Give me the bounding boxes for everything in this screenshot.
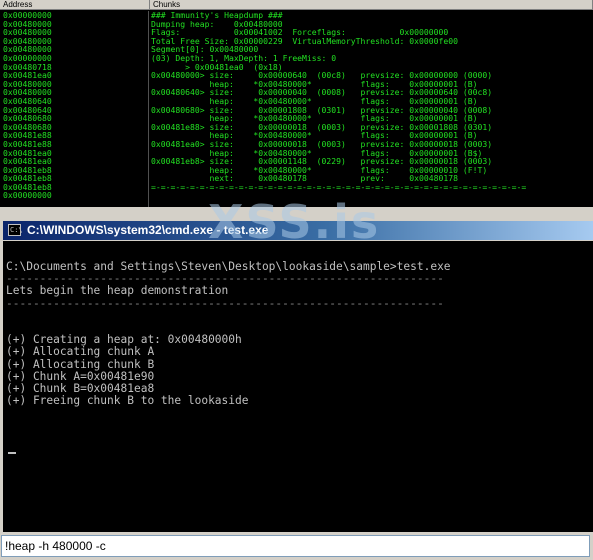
chunks-column-header[interactable]: Chunks: [150, 0, 593, 10]
debugger-log-pane: Address Chunks 0x00000000 0x00480000 0x004…: [0, 0, 593, 207]
cmd-window-title: C:\WINDOWS\system32\cmd.exe - test.exe: [27, 223, 269, 237]
console-line: (+) Freeing chunk B to the lookaside: [6, 394, 249, 408]
text-cursor: [8, 452, 16, 454]
chunks-column: ### Immunity's Heapdump ### Dumping heap:…: [151, 11, 593, 207]
cmd-window: C:\ C:\WINDOWS\system32\cmd.exe - test.e…: [0, 214, 593, 532]
cmd-app-icon-label: C:\: [10, 226, 23, 234]
cmd-title-bar[interactable]: C:\ C:\WINDOWS\system32\cmd.exe - test.e…: [3, 221, 593, 240]
console-line: (+) Allocating chunk A: [6, 345, 155, 359]
command-bar: !heap -h 480000 -c: [0, 532, 593, 560]
console-output[interactable]: C:\Documents and Settings\Steven\Desktop…: [3, 241, 593, 532]
console-line: (+) Allocating chunk B: [6, 357, 155, 371]
address-line: 0x00000000: [3, 190, 52, 201]
chunk-line: =-=-=-=-=-=-=-=-=-=-=-=-=-=-=-=-=-=-=-=-…: [151, 181, 527, 192]
address-column-header[interactable]: Address: [0, 0, 150, 10]
address-column: 0x00000000 0x00480000 0x00480000 0x00480000…: [0, 11, 149, 207]
cmd-app-icon[interactable]: C:\: [8, 224, 23, 236]
console-line: Lets begin the heap demonstration: [6, 284, 229, 298]
console-line: ----------------------------------------…: [6, 296, 444, 310]
command-input[interactable]: !heap -h 480000 -c: [1, 535, 590, 557]
